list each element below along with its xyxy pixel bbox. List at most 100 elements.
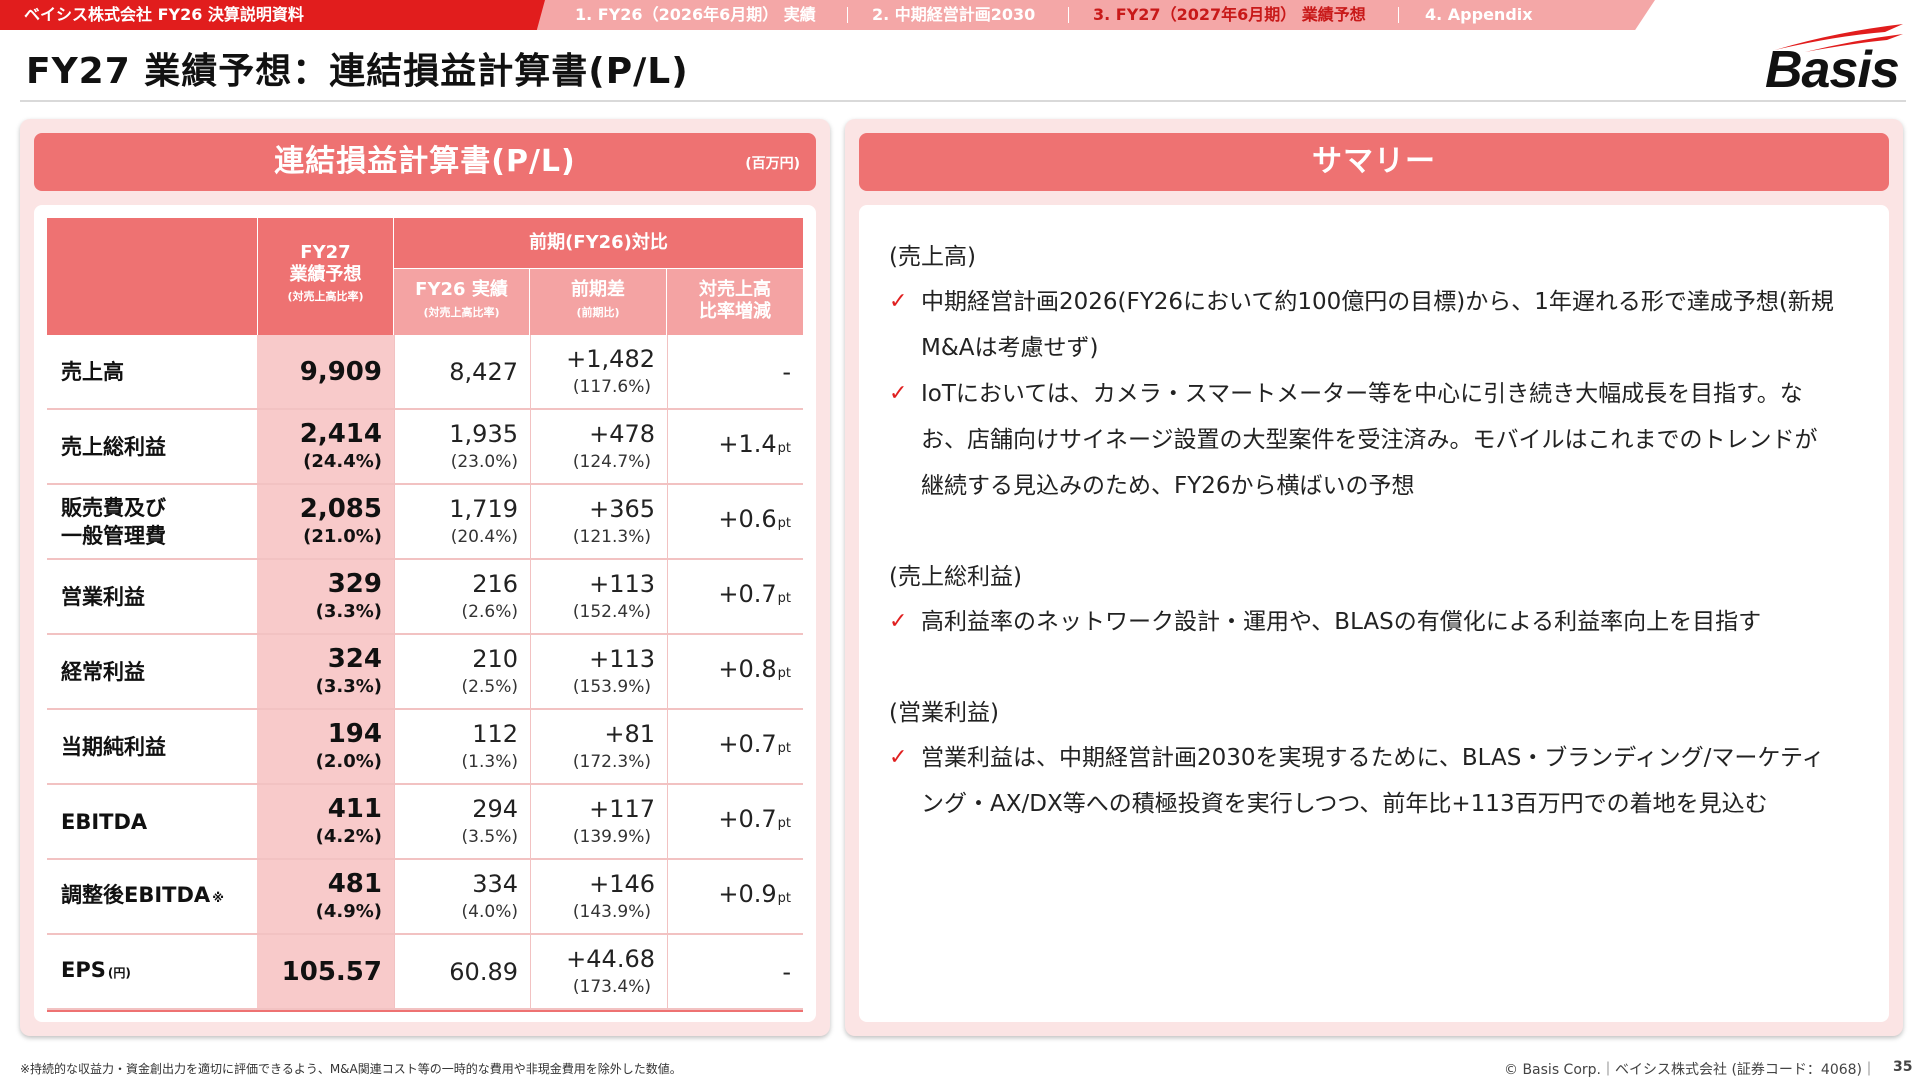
check-icon: ✓	[889, 381, 908, 406]
fy26-value: 1,719	[449, 494, 518, 523]
fy26-ratio: (1.3%)	[461, 751, 518, 772]
ratio-change-cell: +0.7pt	[667, 710, 803, 783]
header-diff-line2: (前期比)	[576, 306, 620, 319]
header-ratio-change: 対売上高 比率増減	[667, 269, 803, 335]
header-diff-line1: 前期差	[571, 279, 625, 300]
fy26-ratio: (2.5%)	[461, 676, 518, 697]
fy27-ratio: (4.9%)	[315, 900, 382, 922]
document-title: ベイシス株式会社 FY26 決算説明資料	[0, 0, 545, 30]
fy26-value: 1,935	[449, 419, 518, 448]
tab-midterm-plan[interactable]: 2. 中期経営計画2030	[872, 0, 1035, 30]
ratio-change-unit: pt	[777, 591, 791, 606]
fy27-forecast-cell: 105.57	[257, 935, 394, 1008]
fy27-value: 329	[327, 568, 382, 599]
pl-table-header: FY27 業績予想 (対売上高比率) 前期(FY26)対比 FY26 実績 (対…	[47, 218, 803, 335]
summary-bullet-line: 営業利益は、中期経営計画2030を実現するために、BLAS・ブランディング/マー…	[921, 745, 1825, 771]
tab-separator	[1068, 7, 1069, 23]
ratio-change-unit: pt	[777, 891, 791, 906]
header-fy26-line2: (対売上高比率)	[423, 306, 500, 319]
row-label-line1: 販売費及び	[61, 495, 166, 520]
row-label-text: 調整後EBITDA ※	[61, 881, 224, 912]
tab-separator	[847, 7, 848, 23]
row-label-text: 経常利益	[61, 658, 145, 686]
fy26-ratio: (23.0%)	[450, 451, 518, 472]
fy26-actual-cell: 112 (1.3%)	[394, 710, 530, 783]
title-divider	[20, 100, 1906, 102]
fy26-value: 8,427	[449, 357, 518, 386]
ratio-change-number: +0.7	[718, 730, 777, 758]
row-label-line1: 売上高	[61, 359, 124, 384]
row-label: 経常利益	[47, 635, 257, 708]
diff-ratio: (117.6%)	[572, 376, 651, 397]
summary-bullet: ✓ 高利益率のネットワーク設計・運用や、BLASの有償化による利益率向上を目指す	[889, 599, 1869, 645]
fy27-forecast-cell: 2,414 (24.4%)	[257, 410, 394, 483]
header-blank-cell	[47, 218, 257, 335]
fy27-forecast-cell: 324 (3.3%)	[257, 635, 394, 708]
fy27-forecast-cell: 9,909	[257, 335, 394, 408]
ratio-change-cell: -	[667, 935, 803, 1008]
diff-value: +113	[589, 569, 655, 598]
ratio-change-value: +0.7pt	[718, 804, 791, 839]
row-label: EBITDA	[47, 785, 257, 858]
summary-bullet-line: IoTにおいては、カメラ・スマートメーター等を中心に引き続き大幅成長を目指す。な	[921, 381, 1803, 407]
diff-ratio: (143.9%)	[572, 901, 651, 922]
pl-table: FY27 業績予想 (対売上高比率) 前期(FY26)対比 FY26 実績 (対…	[47, 218, 803, 1012]
header-yoy-diff: 前期差 (前期比)	[530, 269, 666, 335]
row-label-line2: 一般管理費	[61, 523, 166, 548]
check-icon: ✓	[889, 745, 908, 770]
row-label-line1: EBITDA	[61, 809, 148, 834]
pl-panel: 連結損益計算書(P/L) (百万円) FY27 業績予想 (対売上高比率) 前期…	[20, 119, 830, 1036]
row-label-line1: 経常利益	[61, 659, 145, 684]
ratio-change-cell: +0.8pt	[667, 635, 803, 708]
tab-separator	[1398, 7, 1399, 23]
summary-section-heading: (売上総利益)	[889, 564, 1022, 590]
fy26-ratio: (3.5%)	[461, 826, 518, 847]
diff-value: +146	[589, 869, 655, 898]
row-label: 営業利益	[47, 560, 257, 633]
summary-panel-body: (売上高) ✓ 中期経営計画2026(FY26において約100億円の目標)から、1年…	[859, 205, 1889, 1022]
diff-value: +44.68	[566, 944, 655, 973]
ratio-change-number: +0.9	[718, 880, 777, 908]
header-fy27-line1: FY27	[300, 242, 351, 263]
summary-section-heading: (売上高)	[889, 244, 976, 270]
diff-ratio: (153.9%)	[572, 676, 651, 697]
tab-fy27-forecast[interactable]: 3. FY27（2027年6月期） 業績予想	[1093, 0, 1366, 30]
yoy-diff-cell: +478 (124.7%)	[530, 410, 667, 483]
check-icon: ✓	[889, 289, 908, 314]
tab-fy26-results[interactable]: 1. FY26（2026年6月期） 実績	[575, 0, 816, 30]
fy26-value: 216	[472, 569, 518, 598]
row-label-text: 販売費及び一般管理費	[61, 494, 166, 550]
fy26-actual-cell: 216 (2.6%)	[394, 560, 530, 633]
ratio-change-cell: +0.9pt	[667, 860, 803, 933]
summary-bullet-line: 中期経営計画2026(FY26において約100億円の目標)から、1年遅れる形で達…	[921, 289, 1834, 315]
yoy-diff-cell: +113 (152.4%)	[530, 560, 667, 633]
ratio-change-cell: +1.4pt	[667, 410, 803, 483]
fy27-value: 9,909	[299, 356, 382, 387]
ratio-change-number: -	[782, 957, 791, 986]
summary-bullet: ✓ 営業利益は、中期経営計画2030を実現するために、BLAS・ブランディング/マ…	[889, 735, 1869, 827]
diff-value: +117	[589, 794, 655, 823]
ratio-change-cell: +0.7pt	[667, 785, 803, 858]
tab-appendix[interactable]: 4. Appendix	[1425, 0, 1533, 30]
fy26-value: 60.89	[449, 957, 518, 986]
fy26-actual-cell: 1,719 (20.4%)	[394, 485, 530, 558]
table-row: 調整後EBITDA ※ 481 (4.9%) 334 (4.0%) +146 (143.9%)…	[47, 860, 803, 935]
ratio-change-cell: +0.7pt	[667, 560, 803, 633]
fy26-ratio: (4.0%)	[461, 901, 518, 922]
row-label-line1: 調整後EBITDA	[61, 883, 211, 907]
yoy-diff-cell: +146 (143.9%)	[530, 860, 667, 933]
row-label-line1: 当期純利益	[61, 734, 166, 759]
fy27-ratio: (21.0%)	[303, 525, 382, 547]
fy27-forecast-cell: 481 (4.9%)	[257, 860, 394, 933]
fy27-value: 2,085	[299, 493, 382, 524]
summary-bullet-line: 継続する見込みのため、FY26から横ばいの予想	[921, 473, 1415, 499]
diff-value: +1,482	[566, 344, 655, 373]
fy27-value: 2,414	[299, 418, 382, 449]
page-number: 35	[1893, 1059, 1913, 1075]
fy27-ratio: (2.0%)	[315, 750, 382, 772]
fy26-value: 210	[472, 644, 518, 673]
row-label-text: 売上総利益	[61, 433, 166, 461]
ratio-change-value: +0.9pt	[718, 879, 791, 914]
pl-panel-body: FY27 業績予想 (対売上高比率) 前期(FY26)対比 FY26 実績 (対…	[34, 205, 816, 1022]
